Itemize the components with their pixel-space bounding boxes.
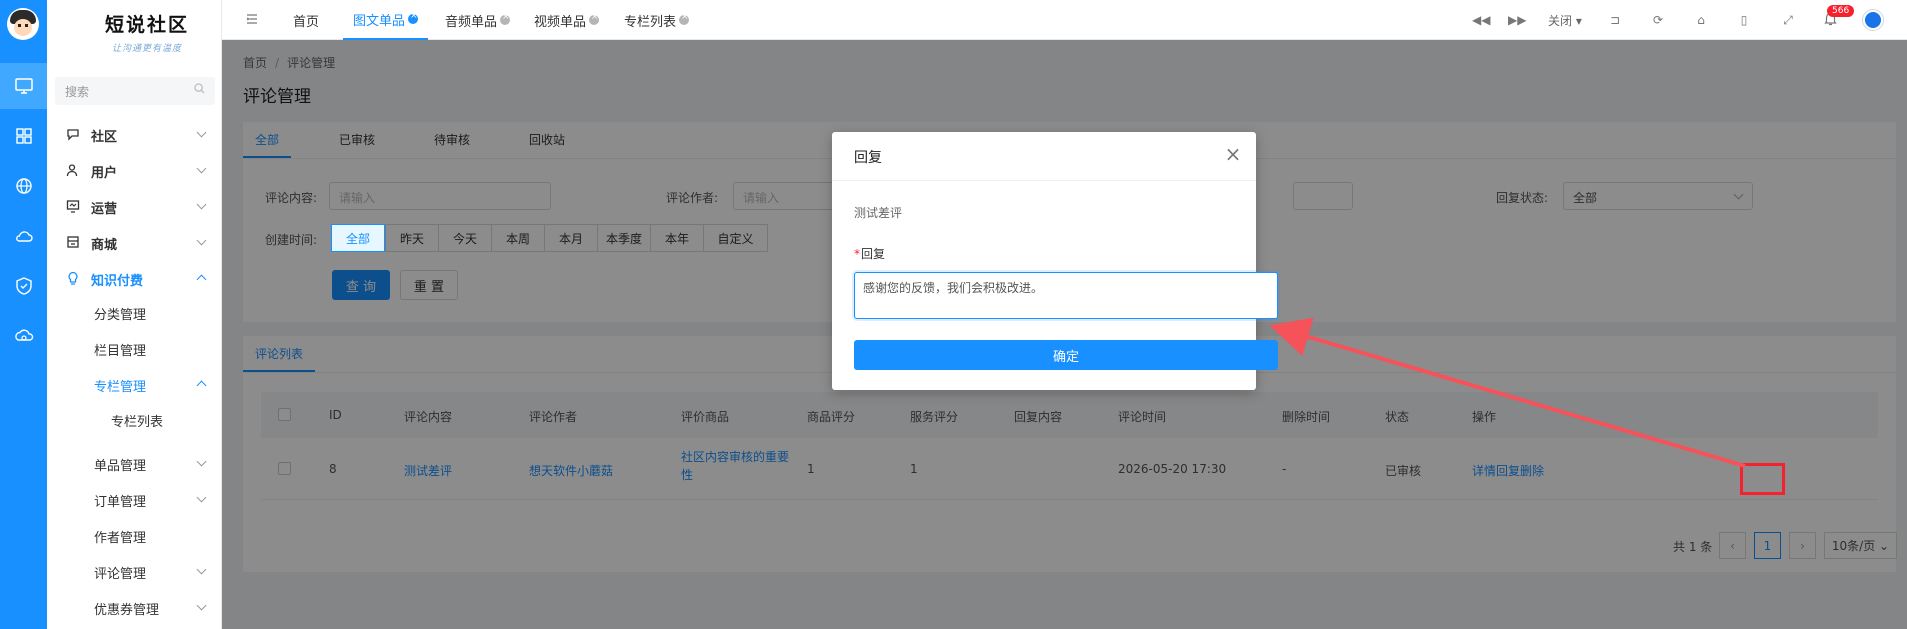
sidebar-item-operations[interactable]: 运营 bbox=[47, 191, 222, 221]
fullscreen-icon[interactable]: ⤢ bbox=[1780, 12, 1796, 28]
tab-home[interactable]: 首页 bbox=[293, 0, 319, 40]
scroll-left-icon[interactable]: ◀◀ bbox=[1472, 12, 1490, 28]
reply-modal: 回复 × 测试差评 *回复 感谢您的反馈，我们会积极改进。 确定 bbox=[832, 132, 1278, 390]
close-icon[interactable] bbox=[500, 12, 511, 25]
sidebar-search-input[interactable]: 搜索 bbox=[55, 77, 215, 105]
cloud-sync-icon[interactable] bbox=[0, 313, 47, 359]
sidebar-item-users[interactable]: 用户 bbox=[47, 155, 222, 185]
lightbulb-icon bbox=[68, 271, 78, 285]
refresh-icon[interactable]: ⟳ bbox=[1650, 12, 1666, 28]
close-tabs-menu[interactable]: 关闭 ▾ bbox=[1548, 12, 1582, 29]
shield-check-icon[interactable] bbox=[0, 263, 47, 309]
cloud-icon[interactable] bbox=[0, 213, 47, 259]
sidebar-item-shop[interactable]: 商城 bbox=[47, 227, 222, 257]
tab-article-single[interactable]: 图文单品 bbox=[343, 0, 429, 40]
desktop-icon[interactable] bbox=[0, 63, 47, 109]
close-icon[interactable] bbox=[589, 12, 600, 25]
search-icon bbox=[194, 83, 205, 97]
user-icon bbox=[66, 164, 78, 177]
time-option-all[interactable]: 全部 bbox=[331, 224, 385, 252]
monitor-chart-icon bbox=[66, 200, 80, 213]
icon-rail bbox=[0, 0, 47, 629]
sidebar-item-column-list[interactable]: 专栏列表 bbox=[47, 404, 222, 434]
sidebar-item-comments[interactable]: 评论管理 bbox=[47, 556, 222, 586]
avatar[interactable] bbox=[7, 8, 39, 40]
notification-badge: 566 bbox=[1827, 5, 1855, 17]
close-icon[interactable] bbox=[679, 12, 690, 25]
user-avatar[interactable] bbox=[1863, 10, 1883, 30]
sidebar-item-single-product[interactable]: 单品管理 bbox=[47, 448, 222, 478]
sidebar-item-orders[interactable]: 订单管理 bbox=[47, 484, 222, 514]
sidebar-item-category[interactable]: 分类管理 bbox=[47, 297, 222, 327]
collapse-icon[interactable]: ⊐ bbox=[1607, 12, 1623, 28]
scroll-right-icon[interactable]: ▶▶ bbox=[1508, 12, 1526, 28]
sidebar-item-knowledge-pay[interactable]: 知识付费 bbox=[47, 263, 222, 293]
tab-audio-single[interactable]: 音频单品 bbox=[445, 0, 511, 40]
sidebar-item-community[interactable]: 社区 bbox=[47, 119, 222, 149]
tab-column-list[interactable]: 专栏列表 bbox=[624, 0, 690, 40]
sidebar-item-coupons[interactable]: 优惠券管理 bbox=[47, 592, 222, 622]
close-icon[interactable] bbox=[408, 11, 419, 24]
close-icon[interactable]: × bbox=[1224, 144, 1242, 164]
original-comment-text: 测试差评 bbox=[854, 206, 903, 220]
modal-title: 回复 bbox=[854, 150, 882, 166]
sidebar: 短说社区 让沟通更有温度 搜索 社区 用户 运营 商城 知识付费 分类管理 栏目… bbox=[47, 0, 222, 629]
lock-icon[interactable]: ⌂ bbox=[1693, 12, 1709, 28]
mobile-icon[interactable]: ▯ bbox=[1736, 12, 1752, 28]
sidebar-item-column[interactable]: 栏目管理 bbox=[47, 333, 222, 363]
modal-divider bbox=[832, 180, 1256, 181]
chat-bubble-icon bbox=[67, 129, 79, 141]
highlight-box bbox=[1740, 463, 1785, 495]
confirm-button[interactable]: 确定 bbox=[854, 340, 1278, 370]
sidebar-item-authors[interactable]: 作者管理 bbox=[47, 520, 222, 550]
brand-logo: 短说社区 让沟通更有温度 bbox=[104, 14, 189, 54]
globe-icon[interactable] bbox=[0, 163, 47, 209]
top-bar: 首页 图文单品 音频单品 视频单品 专栏列表 ◀◀ ▶▶ 关闭 ▾ ⊐ ⟳ ⌂ … bbox=[222, 0, 1907, 40]
sidebar-item-special-column[interactable]: 专栏管理 bbox=[47, 369, 222, 399]
menu-fold-icon[interactable] bbox=[244, 12, 260, 28]
reply-textarea[interactable]: 感谢您的反馈，我们会积极改进。 bbox=[854, 272, 1278, 319]
reply-field-label: *回复 bbox=[854, 247, 886, 261]
tab-video-single[interactable]: 视频单品 bbox=[534, 0, 600, 40]
grid-icon[interactable] bbox=[0, 113, 47, 159]
shop-icon bbox=[67, 236, 79, 248]
